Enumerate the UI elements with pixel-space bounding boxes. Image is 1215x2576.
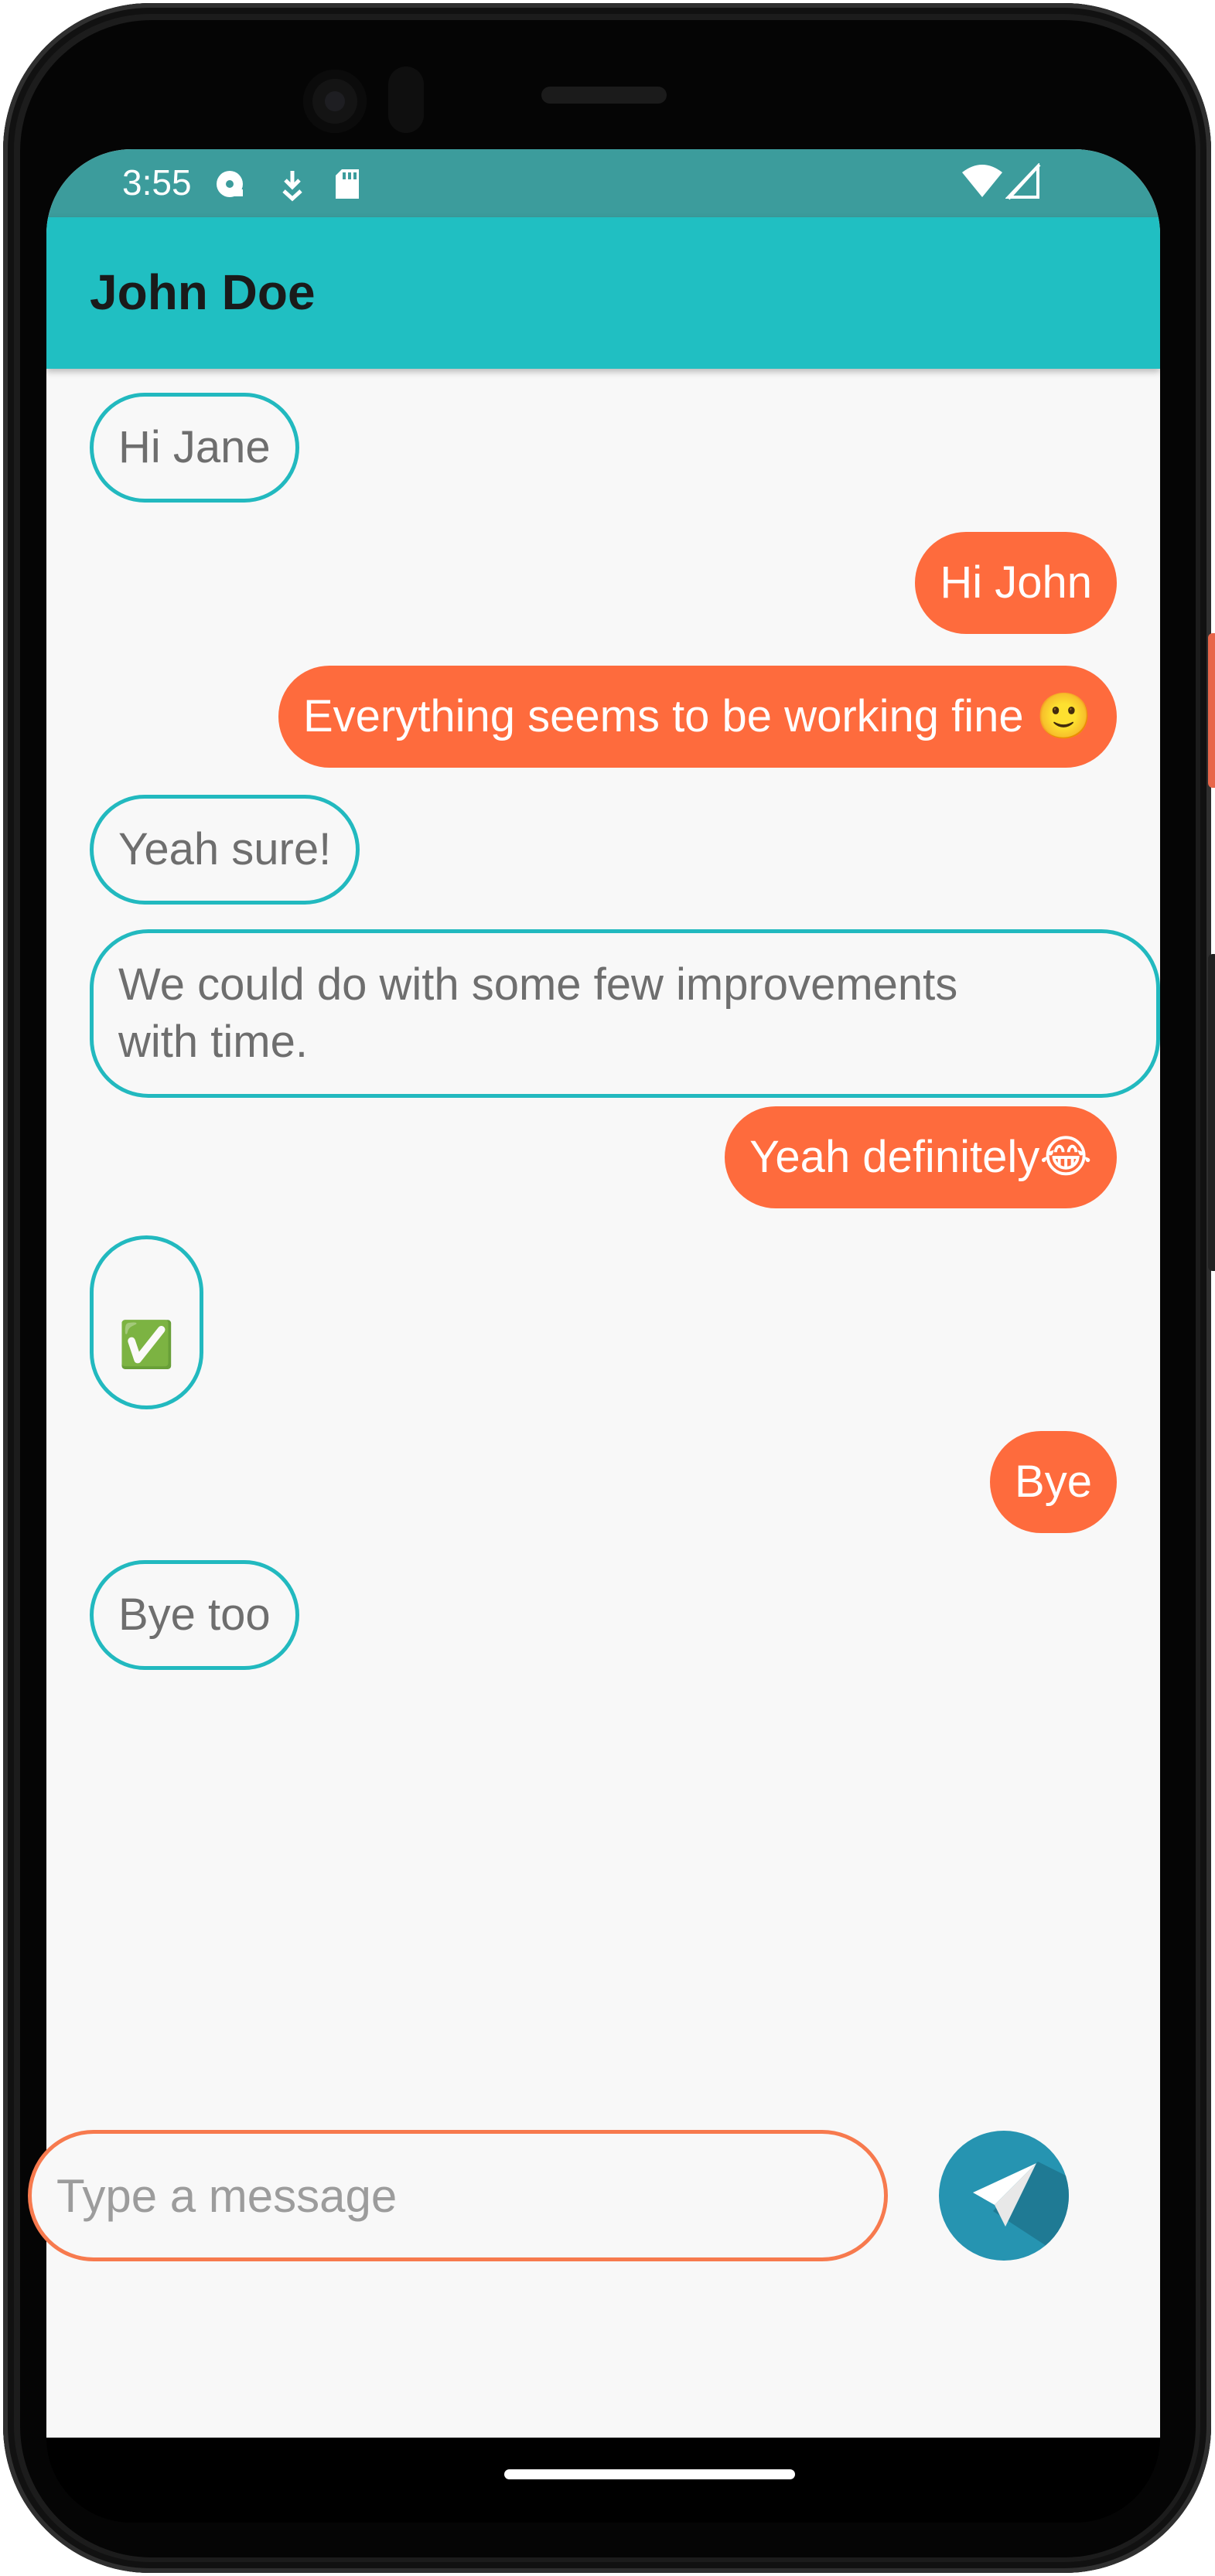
navigation-bar <box>46 2438 1160 2523</box>
status-time: 3:55 <box>122 162 192 203</box>
proximity-sensor <box>388 66 424 133</box>
message-bubble[interactable]: Yeah definitely😂 <box>725 1106 1117 1208</box>
message-bubble[interactable]: Bye too <box>90 1560 299 1670</box>
send-icon <box>973 2162 1069 2261</box>
message-bubble[interactable]: Hi Jane <box>90 393 299 503</box>
message-bubble[interactable]: ✅ <box>90 1235 203 1409</box>
media-icon <box>217 171 243 197</box>
message-bubble[interactable]: Bye <box>990 1431 1117 1533</box>
message-bubble[interactable]: Yeah sure! <box>90 795 360 905</box>
status-bar: 3:55 <box>46 149 1160 217</box>
signal-icon <box>1005 163 1041 200</box>
message-bubble[interactable]: Hi John <box>915 532 1117 634</box>
home-indicator[interactable] <box>504 2469 795 2479</box>
message-bubble[interactable]: We could do with some few improvements w… <box>90 929 1160 1098</box>
message-bubble[interactable]: Everything seems to be working fine 🙂 <box>278 666 1117 768</box>
power-button <box>1208 954 1215 1271</box>
app-bar: John Doe <box>46 217 1160 369</box>
volume-button <box>1208 633 1215 788</box>
message-input[interactable] <box>28 2130 888 2261</box>
send-button[interactable] <box>939 2131 1069 2261</box>
download-icon <box>282 171 302 202</box>
sd-card-icon <box>336 169 359 199</box>
wifi-icon <box>962 165 1002 197</box>
screen: 3:55 John Doe Hi Jane Hi John Everything… <box>46 149 1160 2438</box>
front-camera <box>303 70 367 133</box>
contact-name: John Doe <box>90 264 316 320</box>
earpiece-speaker <box>541 87 667 104</box>
